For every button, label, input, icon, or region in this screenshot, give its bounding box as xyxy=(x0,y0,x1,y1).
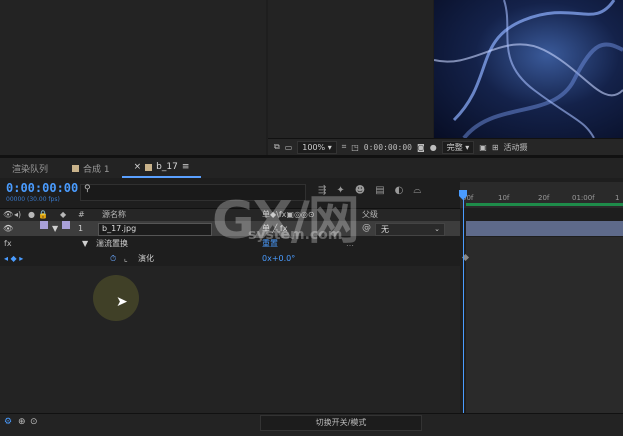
frame-rate-readout: 00000 (30.00 fps) xyxy=(6,196,60,203)
eye-icon[interactable]: 👁 xyxy=(3,209,13,221)
column-number: # xyxy=(78,210,85,219)
viewer-toolbar: ⧉ ▭ 100% ▾ ⌗ ◳ 0:00:00:00 ◙ ● 完整 ▾ ▣ ⊞ 活… xyxy=(268,138,623,155)
keyframe-nav-icon[interactable]: ◂ ◆ ▸ xyxy=(4,252,23,266)
audio-icon[interactable]: ◂) xyxy=(14,209,21,221)
region-icon[interactable]: ▣ xyxy=(479,143,487,152)
property-value[interactable]: 0x+0.0° xyxy=(262,252,295,266)
menu-icon[interactable]: ≡ xyxy=(182,162,190,172)
work-area-bar[interactable] xyxy=(466,203,623,206)
layer-list-empty-area xyxy=(0,266,460,413)
layer-name[interactable]: b_17.jpg xyxy=(102,222,136,235)
current-time-indicator-line[interactable] xyxy=(463,198,464,413)
effect-name[interactable]: 湍流置换 xyxy=(96,237,128,251)
graph-editor-icon[interactable]: ⌓ xyxy=(413,185,421,196)
composition-preview[interactable] xyxy=(434,0,623,138)
mask-icon[interactable]: ◳ xyxy=(351,143,359,152)
column-parent[interactable]: 父级 xyxy=(362,209,378,221)
monitor-icon[interactable]: ▭ xyxy=(285,143,293,152)
chevron-down-icon: ⌄ xyxy=(434,225,440,233)
close-icon[interactable]: × xyxy=(134,162,142,172)
smoke-image xyxy=(434,0,623,138)
motion-blur-icon[interactable]: ◐ xyxy=(395,185,404,196)
viewer-area xyxy=(268,0,433,138)
column-source-name[interactable]: 源名称 xyxy=(102,209,126,221)
lock-icon[interactable]: 🔒 xyxy=(38,209,48,221)
parent-dropdown[interactable]: 无 ⌄ xyxy=(375,223,445,236)
tab-render-queue[interactable]: 渲染队列 xyxy=(0,158,60,178)
quality-dropdown[interactable]: 完整 ▾ xyxy=(441,140,475,154)
tab-comp-1[interactable]: 合成 1 xyxy=(60,158,122,178)
layer-index: 1 xyxy=(78,224,84,233)
comp-color-swatch xyxy=(72,164,80,172)
transparency-grid-icon[interactable]: ⊞ xyxy=(492,143,499,152)
snapshot-icon[interactable]: ⧉ xyxy=(274,142,280,152)
expand-triangle-icon[interactable]: ▼ xyxy=(52,221,58,236)
tab-label: 渲染队列 xyxy=(12,164,49,175)
stopwatch-icon[interactable]: ⏱ xyxy=(110,252,116,266)
comp-color-swatch xyxy=(145,163,153,171)
ruler-tick: 01:00f xyxy=(572,194,595,202)
property-name: 演化 xyxy=(138,254,154,263)
ruler-tick: 20f xyxy=(538,194,550,202)
watermark-domain: system.com xyxy=(248,227,343,243)
zoom-value: 100% xyxy=(302,142,326,152)
channel-icon[interactable]: ● xyxy=(430,143,437,152)
parent-pickwhip-icon[interactable]: @ xyxy=(362,222,371,235)
active-camera-dropdown[interactable]: 活动摄 xyxy=(504,142,528,153)
viewer-timecode[interactable]: 0:00:00:00 xyxy=(364,143,412,152)
property-row[interactable]: ◂ ◆ ▸ ⏱ ⌞ 演化 0x+0.0° xyxy=(0,252,460,266)
tab-label: b_17 xyxy=(156,162,178,172)
timeline-track-area[interactable] xyxy=(466,237,623,413)
tab-label: 合成 1 xyxy=(83,164,110,175)
camera-icon[interactable]: ◙ xyxy=(417,143,425,152)
layer-duration-bar[interactable] xyxy=(466,221,623,236)
expand-panes-icon[interactable]: ⊕ xyxy=(18,417,26,427)
mouse-cursor-icon: ➤ xyxy=(116,294,128,310)
project-panel xyxy=(0,0,266,155)
render-time-icon[interactable]: ⊙ xyxy=(30,417,38,427)
tab-b17[interactable]: × b_17 ≡ xyxy=(121,158,202,178)
zoom-dropdown[interactable]: 100% ▾ xyxy=(297,140,337,154)
label-icon[interactable]: ◆ xyxy=(60,209,66,221)
ruler-tick: 10f xyxy=(498,194,510,202)
toggle-switches-modes-button[interactable]: 切换开关/模式 xyxy=(260,415,422,431)
search-icon: ⚲ xyxy=(84,184,91,194)
current-time-display[interactable]: 0:00:00:00 xyxy=(6,181,78,195)
timeline-tabs: 渲染队列 合成 1 × b_17 ≡ xyxy=(0,158,623,178)
visibility-eye-icon[interactable]: 👁 xyxy=(3,221,13,236)
parent-value: 无 xyxy=(381,225,389,234)
fx-icon[interactable]: fx xyxy=(4,237,12,251)
frame-blend-icon[interactable]: ▤ xyxy=(375,185,384,196)
quality-value: 完整 xyxy=(446,142,463,152)
crop-icon[interactable]: ⌗ xyxy=(342,142,347,152)
comp-settings-icon[interactable]: ⚙ xyxy=(4,417,12,427)
solo-icon[interactable]: ● xyxy=(28,209,35,221)
graph-icon[interactable]: ⌞ xyxy=(124,252,128,266)
effect-expand-icon[interactable]: ▼ xyxy=(82,237,88,251)
ruler-tick: 1 xyxy=(615,194,620,202)
